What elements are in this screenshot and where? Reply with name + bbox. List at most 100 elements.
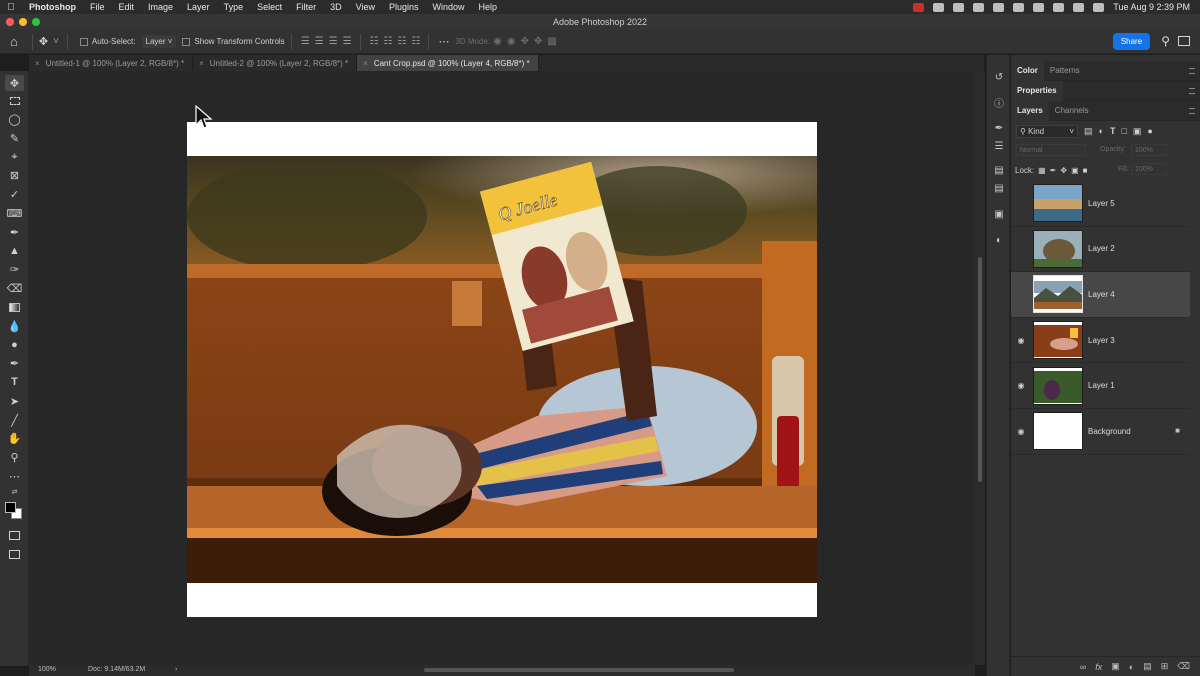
panel-menu-icon[interactable] [1189, 68, 1195, 74]
menu-file[interactable]: File [83, 2, 112, 12]
wifi-icon[interactable] [1033, 2, 1045, 12]
screen-share-icon[interactable] [953, 2, 965, 12]
libraries-panel-icon[interactable]: ▤ [993, 165, 1005, 176]
eye-icon[interactable]: ◉ [1011, 381, 1031, 390]
menu-edit[interactable]: Edit [112, 2, 142, 12]
menu-3d[interactable]: 3D [323, 2, 349, 12]
bluetooth-icon[interactable] [993, 2, 1005, 12]
tab-layers[interactable]: Layers [1011, 100, 1049, 121]
status-menu-arrow[interactable]: › [175, 666, 177, 673]
control-center-icon[interactable] [1073, 2, 1085, 12]
spotlight-search-icon[interactable] [1053, 2, 1065, 12]
clone-stamp-tool-icon[interactable]: ▲ [5, 243, 24, 259]
auto-select-checkbox[interactable] [79, 37, 88, 46]
zoom-level[interactable]: 100% [38, 666, 56, 673]
lock-all-icon[interactable]: ■ [1083, 166, 1088, 175]
layer-row-layer-5[interactable]: Layer 5 [1011, 181, 1190, 227]
align-top-icon[interactable]: ☰ [343, 36, 352, 47]
creative-cloud-icon[interactable] [933, 2, 945, 12]
layer-row-layer-3[interactable]: ◉ Layer 3 [1011, 318, 1190, 364]
more-options-icon[interactable]: ⋯ [438, 35, 449, 48]
layer-row-layer-2[interactable]: Layer 2 [1011, 227, 1190, 273]
hand-tool-icon[interactable]: ✋ [5, 430, 24, 446]
menu-view[interactable]: View [349, 2, 382, 12]
lasso-tool-icon[interactable]: ◯ [5, 111, 24, 127]
history-brush-tool-icon[interactable]: ✑ [5, 261, 24, 277]
adjustment-layer-icon[interactable]: ◐ [1129, 662, 1134, 672]
filter-kind-dropdown[interactable]: ⚲ Kind ˅ [1016, 124, 1078, 138]
close-tab-icon[interactable]: × [199, 59, 204, 68]
lock-position-icon[interactable]: ✥ [1060, 166, 1067, 175]
canvas-photo[interactable]: Q Joelle [187, 156, 817, 583]
new-layer-icon[interactable]: ⊞ [1161, 661, 1169, 672]
tab-channels[interactable]: Channels [1049, 101, 1095, 121]
quick-mask-icon[interactable] [5, 527, 24, 543]
document-canvas[interactable]: Q Joelle [187, 122, 817, 617]
lock-artboard-icon[interactable]: ▣ [1071, 166, 1079, 175]
marquee-tool-icon[interactable] [5, 93, 24, 109]
layer-row-background[interactable]: ◉ Background ■ [1011, 409, 1190, 455]
canvas-vertical-scrollbar[interactable] [975, 71, 985, 665]
link-layers-icon[interactable]: ∞ [1080, 662, 1086, 672]
search-icon[interactable]: ⚲ [1161, 34, 1170, 48]
delete-layer-icon[interactable]: ⌫ [1177, 661, 1190, 672]
eye-icon[interactable]: ◉ [1011, 336, 1031, 345]
opacity-input[interactable]: 100% [1131, 144, 1167, 156]
navigator-panel-icon[interactable]: ▣ [993, 209, 1005, 220]
apple-menu-icon[interactable]:  [0, 2, 22, 13]
close-tab-icon[interactable]: × [35, 59, 40, 68]
menu-help[interactable]: Help [472, 2, 505, 12]
object-selection-tool-icon[interactable]: ✎ [5, 130, 24, 146]
tab-properties[interactable]: Properties [1011, 80, 1063, 101]
path-selection-tool-icon[interactable]: ➤ [5, 393, 24, 409]
canvas-workspace[interactable]: Q Joelle [29, 71, 975, 665]
frame-tool-icon[interactable]: ⊠ [5, 167, 24, 183]
menu-image[interactable]: Image [141, 2, 180, 12]
new-group-icon[interactable]: ▤ [1143, 661, 1152, 672]
blend-mode-dropdown[interactable]: Normal [1016, 144, 1086, 156]
share-button[interactable]: Share [1113, 33, 1150, 50]
eyedropper-tool-icon[interactable]: ✓ [5, 186, 24, 202]
panel-menu-icon[interactable] [1189, 108, 1195, 114]
adjustments-panel-icon[interactable]: ☰ [993, 141, 1005, 152]
eraser-tool-icon[interactable]: ⌫ [5, 280, 24, 296]
brush-tool-icon[interactable]: ✒ [5, 224, 24, 240]
tab-cant-crop[interactable]: × Cant Crop.psd @ 100% (Layer 4, RGB/8*)… [357, 55, 539, 71]
close-tab-icon[interactable]: × [363, 59, 368, 68]
align-right-icon[interactable]: ☰ [329, 36, 338, 47]
workspace-icon[interactable] [1178, 36, 1190, 46]
eye-icon[interactable]: ◉ [1011, 427, 1031, 436]
lock-transparency-icon[interactable]: ▦ [1038, 166, 1046, 175]
blur-tool-icon[interactable]: 💧 [5, 318, 24, 334]
auto-select-dropdown[interactable]: Layer ˅ [141, 35, 177, 48]
show-transform-checkbox[interactable] [182, 37, 191, 46]
healing-brush-tool-icon[interactable]: ⌨ [5, 205, 24, 221]
menu-filter[interactable]: Filter [289, 2, 323, 12]
align-center-h-icon[interactable]: ☰ [315, 36, 324, 47]
menu-type[interactable]: Type [217, 2, 251, 12]
menu-app-photoshop[interactable]: Photoshop [22, 2, 83, 12]
menu-select[interactable]: Select [250, 2, 289, 12]
move-tool-icon[interactable]: ✥ [5, 75, 24, 91]
dodge-tool-icon[interactable]: ● [5, 337, 24, 353]
history-panel-icon[interactable]: ↺ [993, 72, 1005, 83]
layer-row-layer-1[interactable]: ◉ Layer 1 [1011, 363, 1190, 409]
home-icon[interactable]: ⌂ [0, 34, 26, 49]
crop-tool-icon[interactable]: ⌖ [5, 149, 24, 165]
filter-shape-icon[interactable]: □ [1121, 126, 1126, 136]
layer-style-icon[interactable]: fx [1095, 662, 1102, 672]
siri-icon[interactable] [1093, 2, 1105, 12]
tab-untitled-1[interactable]: × Untitled-1 @ 100% (Layer 2, RGB/8*) * [29, 55, 194, 71]
foreground-color-swatch[interactable] [5, 502, 16, 513]
move-tool-preset-icon[interactable]: ✥ [39, 35, 50, 48]
distribute-spacing-icon[interactable]: ☷ [411, 36, 420, 47]
align-bottom-icon[interactable]: ☷ [384, 36, 393, 47]
line-tool-icon[interactable]: ╱ [5, 412, 24, 428]
filter-toggle-icon[interactable]: ● [1147, 126, 1152, 136]
filter-type-icon[interactable]: T [1110, 126, 1116, 136]
chevron-down-icon[interactable]: ˅ [53, 36, 59, 47]
battery-icon[interactable] [1013, 2, 1025, 12]
align-left-icon[interactable]: ☰ [301, 36, 310, 47]
styles-panel-icon[interactable]: ◐ [993, 235, 1005, 246]
distribute-icon[interactable]: ☷ [398, 36, 407, 47]
